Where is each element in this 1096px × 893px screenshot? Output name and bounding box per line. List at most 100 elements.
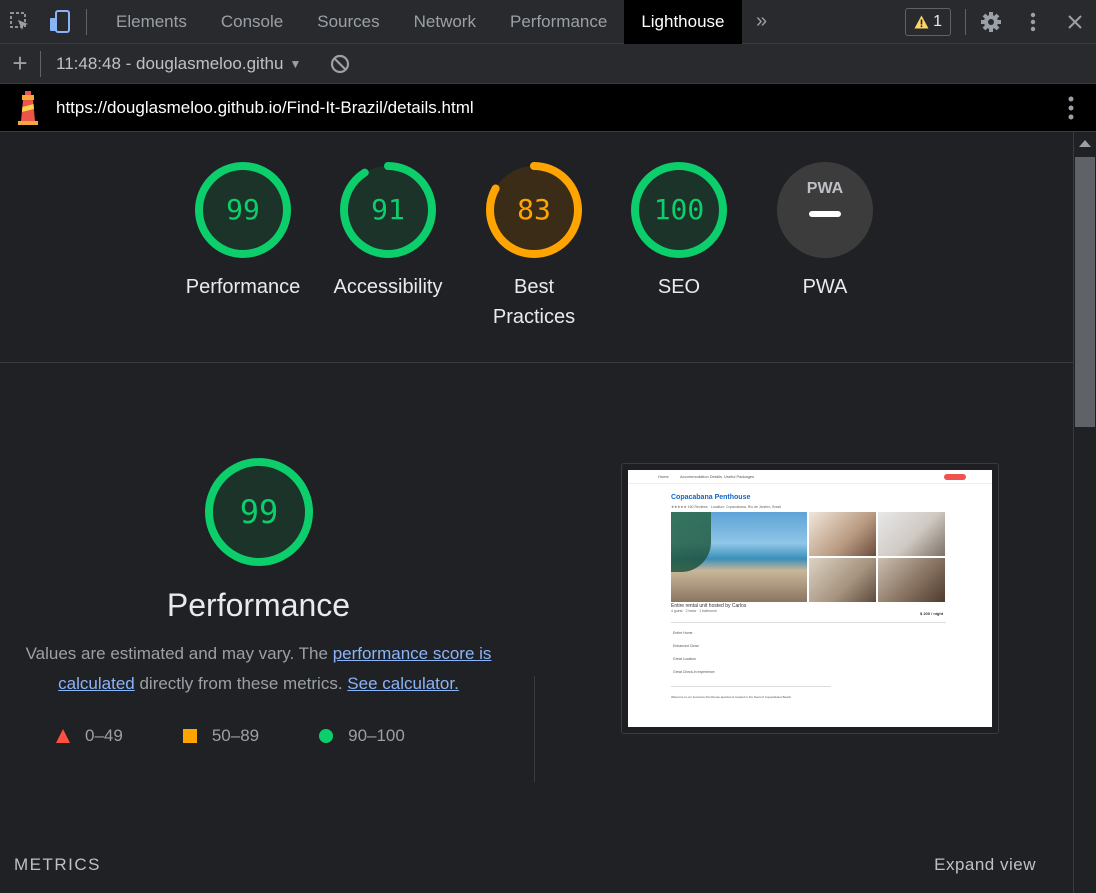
close-icon[interactable] (1054, 0, 1096, 44)
warnings-badge[interactable]: 1 (905, 8, 951, 36)
tab-elements[interactable]: Elements (99, 0, 204, 44)
more-options-icon[interactable] (1012, 0, 1054, 44)
score-scale-legend: 0–49 50–89 90–100 (56, 726, 465, 746)
report-menu-icon[interactable] (1068, 84, 1074, 132)
gauge-score: 91 (371, 193, 405, 226)
clear-reports-icon[interactable] (329, 53, 351, 75)
tab-lighthouse[interactable]: Lighthouse (624, 0, 742, 44)
settings-gear-icon[interactable] (970, 0, 1012, 44)
inspect-element-icon[interactable] (0, 0, 40, 44)
warning-count: 1 (933, 13, 942, 30)
page-screenshot-preview: Home Accommodation Details Useful Packag… (628, 470, 992, 727)
device-toolbar-icon[interactable] (40, 0, 80, 44)
legend-average-label: 50–89 (211, 726, 260, 745)
gauge-label: Best Practices (492, 276, 576, 328)
more-tabs-icon[interactable]: » (742, 0, 782, 44)
preview-thumb-photo (878, 512, 945, 556)
pwa-badge-bg (777, 162, 873, 258)
gauge-best-practices-ring: 83 (486, 162, 582, 258)
gauge-seo[interactable]: 100 SEO (606, 160, 752, 302)
average-square-icon (182, 729, 197, 743)
preview-thumb-photo (809, 558, 876, 602)
pwa-na-dash (809, 211, 841, 217)
preview-title: Copacabana Penthouse (671, 494, 751, 501)
legend-fail-label: 0–49 (85, 726, 123, 745)
preview-subtitle: ★★★★★ 160 Reviews · Location: Copacabana… (671, 505, 782, 509)
gauge-label: PWA (802, 276, 848, 298)
report-selector-label: 11:48:48 - douglasmeloo.githu (56, 53, 284, 73)
toolbar-separator (40, 50, 41, 77)
preview-feature: Enhanced Clean (673, 644, 699, 648)
preview-feature: Entire Home (673, 631, 693, 635)
gauge-accessibility-ring: 91 (340, 162, 436, 258)
performance-big-gauge: 99 (205, 458, 313, 566)
pass-circle-icon (319, 729, 334, 743)
gauge-pwa[interactable]: PWA PWA (752, 160, 898, 302)
performance-description: Values are estimated and may vary. The p… (0, 639, 517, 699)
new-report-plus-icon[interactable]: + (0, 44, 40, 84)
report-selector-dropdown[interactable]: 11:48:48 - douglasmeloo.githu ▼ (56, 54, 301, 74)
toolbar-separator (86, 8, 87, 35)
fail-triangle-icon (56, 729, 70, 743)
preview-paragraph: Welcome to our luxurious Penthouse apart… (671, 695, 793, 699)
preview-divider (671, 686, 831, 687)
gauge-best-practices[interactable]: 83 Best Practices (461, 160, 607, 332)
vertical-scrollbar[interactable] (1073, 132, 1096, 893)
legend-average: 50–89 (182, 726, 260, 746)
preview-feature: Great Location (673, 657, 696, 661)
desc-middle: directly from these metrics. (134, 674, 348, 693)
preview-nav-item: Accommodation Details (680, 474, 723, 479)
toolbar-separator (965, 9, 966, 35)
gauge-label: SEO (657, 276, 701, 298)
gauge-score: 99 (226, 193, 260, 226)
devtools-tabbar: Elements Console Sources Network Perform… (0, 0, 1096, 44)
pwa-badge-text: PWA (807, 180, 844, 197)
gauge-seo-ring: 100 (631, 162, 727, 258)
warning-icon (914, 15, 929, 29)
gauge-performance-ring: 99 (195, 162, 291, 258)
preview-main-photo (671, 512, 807, 602)
gauge-accessibility[interactable]: 91 Accessibility (315, 160, 461, 302)
scroll-up-arrow-icon[interactable] (1079, 140, 1091, 147)
metrics-heading: METRICS (14, 855, 101, 874)
preview-thumb-photo (878, 558, 945, 602)
performance-section: 99 Performance Values are estimated and … (0, 363, 1073, 893)
see-calculator-link[interactable]: See calculator. (347, 674, 459, 693)
tab-sources[interactable]: Sources (300, 0, 396, 44)
tab-network[interactable]: Network (397, 0, 493, 44)
scrollbar-thumb[interactable] (1075, 157, 1095, 427)
preview-feature: Great Check-in experience (673, 670, 715, 674)
report-url: https://douglasmeloo.github.io/Find-It-B… (56, 97, 474, 117)
tab-console[interactable]: Console (204, 0, 300, 44)
report-url-bar: https://douglasmeloo.github.io/Find-It-B… (0, 84, 1096, 132)
preview-thumb-photo (809, 512, 876, 556)
gauge-score: 83 (517, 193, 551, 226)
performance-title: Performance (166, 587, 351, 623)
preview-price: $ 200 / night (920, 611, 944, 616)
lighthouse-toolbar: + 11:48:48 - douglasmeloo.githu ▼ (0, 44, 1096, 84)
gauge-label: Performance (185, 276, 301, 298)
preview-navbar: Home Accommodation Details Useful Packag… (628, 470, 992, 484)
expand-view-toggle[interactable]: Expand view (934, 855, 1036, 875)
desc-prefix: Values are estimated and may vary. The (25, 644, 333, 663)
lighthouse-logo-icon (0, 84, 56, 132)
final-screenshot[interactable]: Home Accommodation Details Useful Packag… (621, 463, 999, 734)
preview-nav-button (944, 474, 966, 480)
score-gauges-header: 99 Performance 91 Accessibility 83 Best … (0, 132, 1073, 363)
legend-fail: 0–49 (56, 726, 123, 746)
gauge-performance[interactable]: 99 Performance (170, 160, 316, 302)
legend-pass-label: 90–100 (348, 726, 405, 745)
pwa-badge-icon: PWA (777, 162, 873, 258)
preview-details: 4 guest · 2 beds · 1 bathroom (671, 609, 717, 613)
big-gauge-score: 99 (240, 493, 279, 531)
preview-nav-item: Useful Packages (724, 474, 755, 479)
tab-performance[interactable]: Performance (493, 0, 624, 44)
vertical-divider (534, 676, 535, 782)
chevron-down-icon: ▼ (289, 56, 302, 71)
preview-divider (671, 622, 946, 623)
lighthouse-report: 99 Performance 91 Accessibility 83 Best … (0, 132, 1073, 893)
preview-nav-item: Home (658, 474, 669, 479)
legend-pass: 90–100 (319, 726, 405, 746)
gauge-score: 100 (654, 193, 705, 226)
gauge-label: Accessibility (333, 276, 443, 298)
